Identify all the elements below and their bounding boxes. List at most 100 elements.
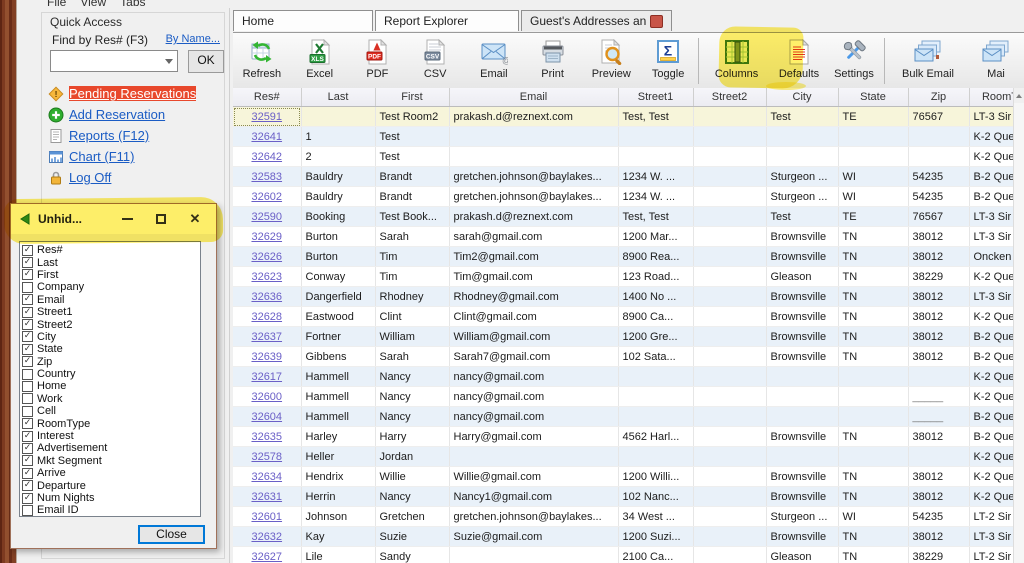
chevron-down-icon[interactable] bbox=[165, 59, 173, 64]
column-checkbox-item[interactable]: ✓ Interest bbox=[22, 430, 200, 442]
column-checkbox-item[interactable]: Company bbox=[22, 281, 200, 293]
checkbox-checked-icon[interactable]: ✓ bbox=[22, 356, 33, 368]
table-row[interactable]: 32631 Herrin Nancy Nancy1@gmail.com 102 Nanc… bbox=[233, 486, 1024, 507]
column-checkbox-item[interactable]: Email ID bbox=[22, 504, 200, 516]
checkbox-unchecked-icon[interactable] bbox=[22, 281, 33, 293]
maximize-icon[interactable] bbox=[148, 210, 174, 228]
table-row[interactable]: 32636 Dangerfield Rhodney Rhodney@gmail.com… bbox=[233, 286, 1024, 307]
table-row[interactable]: 32623 Conway Tim Tim@gmail.com 123 Road... Gl… bbox=[233, 266, 1024, 287]
table-row[interactable]: 32590 Booking Test Book... prakash.d@reznex… bbox=[233, 206, 1024, 227]
checkbox-checked-icon[interactable]: ✓ bbox=[22, 418, 33, 430]
res-link[interactable]: 32623 bbox=[251, 271, 282, 283]
toolbar-button-refresh[interactable]: Refresh bbox=[233, 35, 291, 87]
quick-link-reports-f12[interactable]: Reports (F12) bbox=[48, 125, 220, 146]
res-link[interactable]: 32636 bbox=[251, 291, 282, 303]
dialog-title-bar[interactable]: Unhid... bbox=[11, 204, 216, 234]
menu-file[interactable]: File bbox=[47, 0, 66, 9]
table-row[interactable]: 32604 Hammell Nancy nancy@gmail.com _____ B-2… bbox=[233, 406, 1024, 427]
checkbox-unchecked-icon[interactable] bbox=[22, 368, 33, 380]
toolbar-button-pdf[interactable]: PDF PDF bbox=[349, 35, 407, 87]
column-checkbox-item[interactable]: ✓ City bbox=[22, 331, 200, 343]
toolbar-button-preview[interactable]: Preview bbox=[581, 35, 641, 87]
res-link[interactable]: 32590 bbox=[251, 211, 282, 223]
tab-report-explorer[interactable]: Report Explorer bbox=[375, 10, 519, 31]
column-checkbox-item[interactable]: ✓ Last bbox=[22, 256, 200, 269]
column-checkbox-item[interactable]: ✓ Email bbox=[22, 294, 200, 306]
toolbar-button-bulk-email[interactable]: Bulk Email bbox=[888, 35, 968, 87]
toolbar-button-print[interactable]: Print bbox=[524, 35, 582, 87]
column-checkbox-item[interactable]: ✓ State bbox=[22, 343, 200, 355]
table-row[interactable]: 32583 Bauldry Brandt gretchen.johnson@bayla… bbox=[233, 166, 1024, 187]
res-link[interactable]: 32635 bbox=[251, 431, 282, 443]
quick-link-pending-reservations[interactable]: ! Pending Reservations bbox=[48, 83, 220, 104]
column-checkbox-item[interactable]: ✓ Street1 bbox=[22, 306, 200, 318]
checkbox-checked-icon[interactable]: ✓ bbox=[22, 306, 33, 318]
res-link[interactable]: 32641 bbox=[251, 131, 282, 143]
checkbox-checked-icon[interactable]: ✓ bbox=[22, 492, 33, 504]
table-row[interactable]: 32637 Fortner William William@gmail.com 1200… bbox=[233, 326, 1024, 347]
table-row[interactable]: 32602 Bauldry Brandt gretchen.johnson@bayla… bbox=[233, 186, 1024, 207]
res-link[interactable]: 32628 bbox=[251, 311, 282, 323]
res-link[interactable]: 32604 bbox=[251, 411, 282, 423]
res-link[interactable]: 32617 bbox=[251, 371, 282, 383]
column-checkbox-item[interactable]: ✓ Advertisement bbox=[22, 442, 200, 454]
checkbox-checked-icon[interactable]: ✓ bbox=[22, 294, 33, 306]
table-row[interactable]: 32632 Kay Suzie Suzie@gmail.com 1200 Suzi...… bbox=[233, 526, 1024, 547]
tab-guest-s-addresses-an[interactable]: Guest's Addresses an bbox=[521, 10, 673, 31]
vertical-scrollbar[interactable] bbox=[1013, 88, 1024, 563]
column-header-street1[interactable]: Street1 bbox=[618, 88, 694, 107]
quick-link-add-reservation[interactable]: Add Reservation bbox=[48, 104, 220, 125]
checkbox-checked-icon[interactable]: ✓ bbox=[22, 257, 33, 269]
checkbox-unchecked-icon[interactable] bbox=[22, 405, 33, 417]
checkbox-checked-icon[interactable]: ✓ bbox=[22, 455, 33, 467]
column-header-city[interactable]: City bbox=[766, 88, 839, 107]
column-checkbox-item[interactable]: ✓ Zip bbox=[22, 356, 200, 368]
checkbox-checked-icon[interactable]: ✓ bbox=[22, 467, 33, 479]
table-row[interactable]: 32627 Lile Sandy 2100 Ca... Gleason TN 38229 LT… bbox=[233, 546, 1024, 563]
column-checkbox-item[interactable]: ✓ RoomType bbox=[22, 417, 200, 430]
res-link[interactable]: 32629 bbox=[251, 231, 282, 243]
checkbox-checked-icon[interactable]: ✓ bbox=[22, 480, 33, 492]
res-link[interactable]: 32632 bbox=[251, 531, 282, 543]
toolbar-button-settings[interactable]: Settings bbox=[827, 35, 881, 87]
res-link[interactable]: 32583 bbox=[251, 171, 282, 183]
table-row[interactable]: 32639 Gibbens Sarah Sarah7@gmail.com 102 Sat… bbox=[233, 346, 1024, 367]
toolbar-button-columns[interactable]: Columns bbox=[702, 35, 771, 87]
close-button[interactable]: Close bbox=[138, 525, 205, 544]
column-checkbox-item[interactable]: Cell bbox=[22, 405, 200, 417]
toolbar-button-defaults[interactable]: Defaults bbox=[771, 35, 827, 87]
column-checkbox-item[interactable]: ✓ Arrive bbox=[22, 467, 200, 479]
find-res-combobox[interactable] bbox=[50, 50, 178, 72]
tab-close-icon[interactable] bbox=[650, 15, 664, 29]
res-link[interactable]: 32601 bbox=[251, 511, 282, 523]
res-link[interactable]: 32634 bbox=[251, 471, 282, 483]
quick-link-log-off[interactable]: Log Off bbox=[48, 167, 220, 188]
menu-view[interactable]: View bbox=[80, 0, 106, 9]
table-row[interactable]: 32578 Heller Jordan K-2 Que bbox=[233, 446, 1024, 467]
by-name-link[interactable]: By Name... bbox=[166, 33, 220, 45]
res-link[interactable]: 32626 bbox=[251, 251, 282, 263]
res-link[interactable]: 32600 bbox=[251, 391, 282, 403]
checkbox-unchecked-icon[interactable] bbox=[22, 504, 33, 516]
column-header-state[interactable]: State bbox=[838, 88, 909, 107]
res-link[interactable]: 32639 bbox=[251, 351, 282, 363]
quick-link-chart-f11[interactable]: Chart (F11) bbox=[48, 146, 220, 167]
column-header-first[interactable]: First bbox=[375, 88, 450, 107]
toolbar-button-excel[interactable]: XLS Excel bbox=[291, 35, 349, 87]
column-header-zip[interactable]: Zip bbox=[908, 88, 970, 107]
checkbox-unchecked-icon[interactable] bbox=[22, 380, 33, 392]
checkbox-checked-icon[interactable]: ✓ bbox=[22, 442, 33, 454]
table-row[interactable]: 32617 Hammell Nancy nancy@gmail.com K-2 Que bbox=[233, 366, 1024, 387]
checkbox-checked-icon[interactable]: ✓ bbox=[22, 319, 33, 331]
res-link[interactable]: 32627 bbox=[251, 551, 282, 563]
column-checkbox-item[interactable]: ✓ Street2 bbox=[22, 318, 200, 331]
column-header-email[interactable]: Email bbox=[449, 88, 619, 107]
column-checkbox-item[interactable]: ✓ Mkt Segment bbox=[22, 455, 200, 467]
table-row[interactable]: 32626 Burton Tim Tim2@gmail.com 8900 Rea... B… bbox=[233, 246, 1024, 267]
checkbox-unchecked-icon[interactable] bbox=[22, 393, 33, 405]
tab-home[interactable]: Home bbox=[233, 10, 373, 31]
menu-tabs[interactable]: Tabs bbox=[120, 0, 145, 9]
checkbox-checked-icon[interactable]: ✓ bbox=[22, 331, 33, 343]
checkbox-checked-icon[interactable]: ✓ bbox=[22, 430, 33, 442]
ok-button[interactable]: OK bbox=[188, 50, 224, 73]
